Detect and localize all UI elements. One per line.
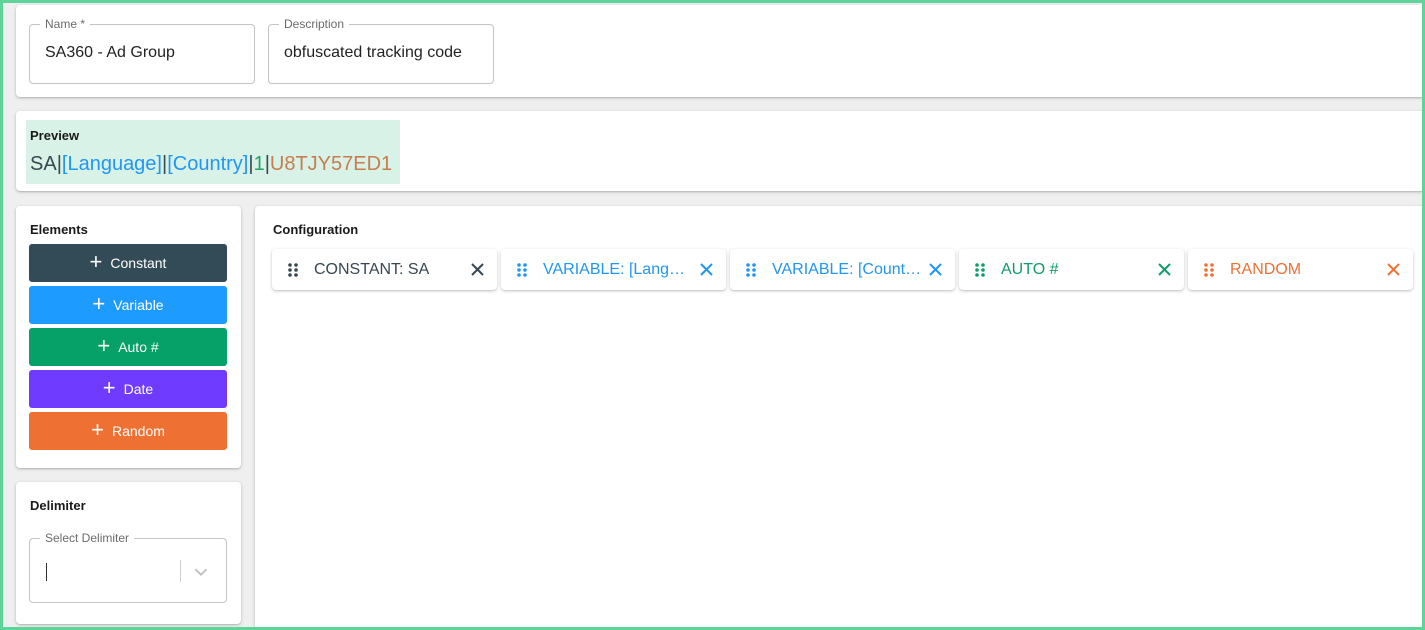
close-icon[interactable]	[1157, 262, 1172, 277]
add-date-label: Date	[123, 381, 154, 397]
close-icon[interactable]	[928, 262, 943, 277]
plus-icon: +	[102, 375, 116, 400]
drag-handle-icon[interactable]	[1203, 262, 1215, 278]
select-divider	[180, 560, 181, 582]
configuration-card: Configuration CONSTANT: SA VARIABLE: [La…	[255, 206, 1425, 630]
elements-card: Elements + Constant + Variable + Auto # …	[16, 206, 241, 468]
name-field[interactable]: Name * SA360 - Ad Group	[29, 17, 255, 84]
add-variable-button[interactable]: + Variable	[29, 286, 227, 324]
add-auto-number-label: Auto #	[118, 339, 159, 355]
config-chip-auto-number[interactable]: AUTO #	[959, 249, 1184, 290]
configuration-title: Configuration	[273, 222, 359, 237]
plus-icon: +	[89, 249, 103, 274]
config-chip-label: VARIABLE: [Country]	[772, 261, 922, 278]
delimiter-title: Delimiter	[30, 498, 86, 513]
add-constant-button[interactable]: + Constant	[29, 244, 227, 282]
add-auto-number-button[interactable]: + Auto #	[29, 328, 227, 366]
close-icon[interactable]	[699, 262, 714, 277]
preview-part-language: [Language]	[61, 153, 162, 175]
preview-title: Preview	[30, 128, 80, 143]
preview-string: SA|[Language]|[Country]|1|U8TJY57ED1	[30, 153, 392, 176]
add-variable-label: Variable	[113, 297, 164, 313]
config-chip-label: CONSTANT: SA	[314, 261, 430, 278]
config-chip-label: RANDOM	[1230, 261, 1302, 278]
config-chip-variable-country[interactable]: VARIABLE: [Country]	[730, 249, 955, 290]
name-field-label: Name *	[40, 17, 91, 31]
details-card: Name * SA360 - Ad Group Description obfu…	[16, 5, 1425, 97]
drag-handle-icon[interactable]	[974, 262, 986, 278]
drag-handle-icon[interactable]	[287, 262, 299, 278]
config-chip-constant[interactable]: CONSTANT: SA	[272, 249, 497, 290]
preview-part-constant: SA	[30, 153, 57, 175]
elements-title: Elements	[30, 222, 88, 237]
preview-card: Preview SA|[Language]|[Country]|1|U8TJY5…	[16, 111, 1425, 191]
add-constant-label: Constant	[110, 255, 167, 271]
add-date-button[interactable]: + Date	[29, 370, 227, 408]
text-cursor	[46, 563, 47, 581]
description-field-label: Description	[279, 17, 350, 31]
chevron-down-icon[interactable]	[190, 561, 212, 583]
delimiter-select-label: Select Delimiter	[40, 531, 135, 545]
preview-part-country: [Country]	[167, 153, 249, 175]
preview-part-auto: 1	[253, 153, 265, 175]
close-icon[interactable]	[470, 262, 485, 277]
plus-icon: +	[91, 417, 104, 442]
config-chip-label: VARIABLE: [Language]	[543, 261, 693, 278]
delimiter-select[interactable]: Select Delimiter	[29, 531, 227, 603]
add-random-label: Random	[111, 423, 165, 439]
description-field[interactable]: Description obfuscated tracking code	[268, 17, 494, 84]
drag-handle-icon[interactable]	[516, 262, 528, 278]
close-icon[interactable]	[1386, 262, 1401, 277]
description-field-value[interactable]: obfuscated tracking code	[284, 44, 462, 62]
config-chip-variable-language[interactable]: VARIABLE: [Language]	[501, 249, 726, 290]
config-chip-label: AUTO #	[1001, 261, 1059, 278]
name-field-value[interactable]: SA360 - Ad Group	[45, 44, 175, 62]
preview-part-random: U8TJY57ED1	[269, 153, 393, 175]
add-random-button[interactable]: + Random	[29, 412, 227, 450]
config-chip-random[interactable]: RANDOM	[1188, 249, 1413, 290]
preview-box: Preview SA|[Language]|[Country]|1|U8TJY5…	[26, 120, 400, 184]
drag-handle-icon[interactable]	[745, 262, 757, 278]
plus-icon: +	[97, 333, 111, 358]
delimiter-card: Delimiter Select Delimiter	[16, 482, 241, 624]
plus-icon: +	[92, 291, 106, 316]
